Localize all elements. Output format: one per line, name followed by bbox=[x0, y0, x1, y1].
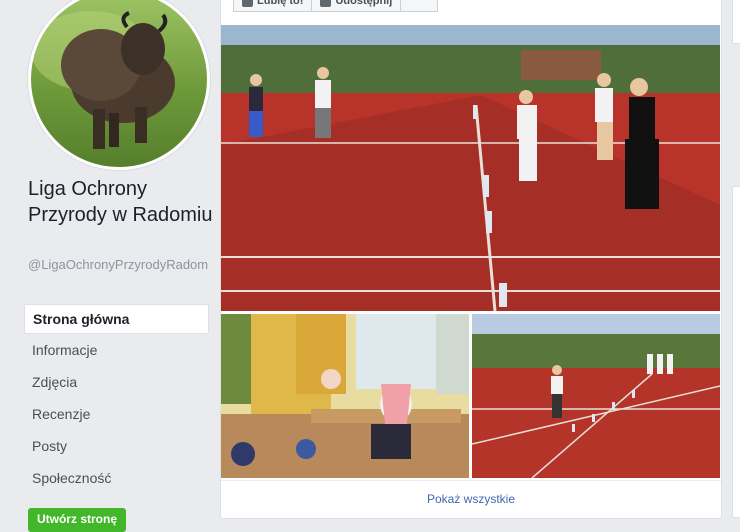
left-sidebar: Liga Ochrony Przyrody w Radomiu @LigaOch… bbox=[0, 0, 220, 532]
share-button[interactable]: Udostępnij bbox=[312, 0, 402, 12]
photos-card: Lubię to! Udostępnij Pokaż wszystkie bbox=[220, 0, 722, 519]
like-label: Lubię to! bbox=[257, 0, 304, 7]
share-icon bbox=[320, 0, 332, 7]
page-handle[interactable]: @LigaOchronyPrzyrodyRadom bbox=[28, 256, 213, 273]
classroom-photo-image bbox=[221, 314, 469, 478]
nav-item-posts[interactable]: Posty bbox=[24, 430, 209, 462]
nav-item-community[interactable]: Społeczność bbox=[24, 462, 209, 494]
page-title[interactable]: Liga Ochrony Przyrody w Radomiu bbox=[28, 176, 213, 228]
page-nav: Strona główna Informacje Zdjęcia Recenzj… bbox=[24, 304, 209, 494]
photo-large-court[interactable] bbox=[221, 25, 720, 311]
nav-item-home[interactable]: Strona główna bbox=[24, 304, 209, 334]
create-page-button[interactable]: Utwórz stronę bbox=[28, 508, 126, 532]
bison-image bbox=[31, 11, 175, 149]
post-toolbar: Lubię to! Udostępnij bbox=[233, 0, 439, 12]
like-button[interactable]: Lubię to! bbox=[233, 0, 313, 12]
nav-item-reviews[interactable]: Recenzje bbox=[24, 398, 209, 430]
nav-item-info[interactable]: Informacje bbox=[24, 334, 209, 366]
right-column bbox=[732, 0, 740, 521]
photo-classroom[interactable] bbox=[221, 314, 469, 478]
court-photo-image bbox=[221, 25, 720, 311]
photo-court-small[interactable] bbox=[472, 314, 720, 478]
share-label: Udostępnij bbox=[335, 0, 393, 7]
nav-item-photos[interactable]: Zdjęcia bbox=[24, 366, 209, 398]
thumbs-up-icon bbox=[242, 0, 253, 7]
right-panel-bottom bbox=[732, 186, 740, 518]
more-button[interactable] bbox=[401, 0, 439, 12]
page-avatar[interactable] bbox=[28, 0, 210, 170]
court-small-photo-image bbox=[472, 314, 720, 478]
right-panel-top bbox=[732, 0, 740, 44]
show-all-link[interactable]: Pokaż wszystkie bbox=[221, 480, 721, 517]
